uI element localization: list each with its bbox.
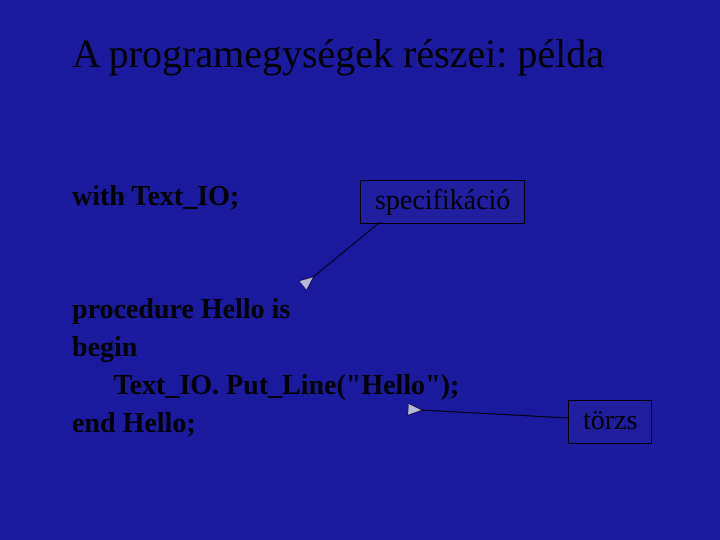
arrow-body-icon: [0, 0, 720, 540]
